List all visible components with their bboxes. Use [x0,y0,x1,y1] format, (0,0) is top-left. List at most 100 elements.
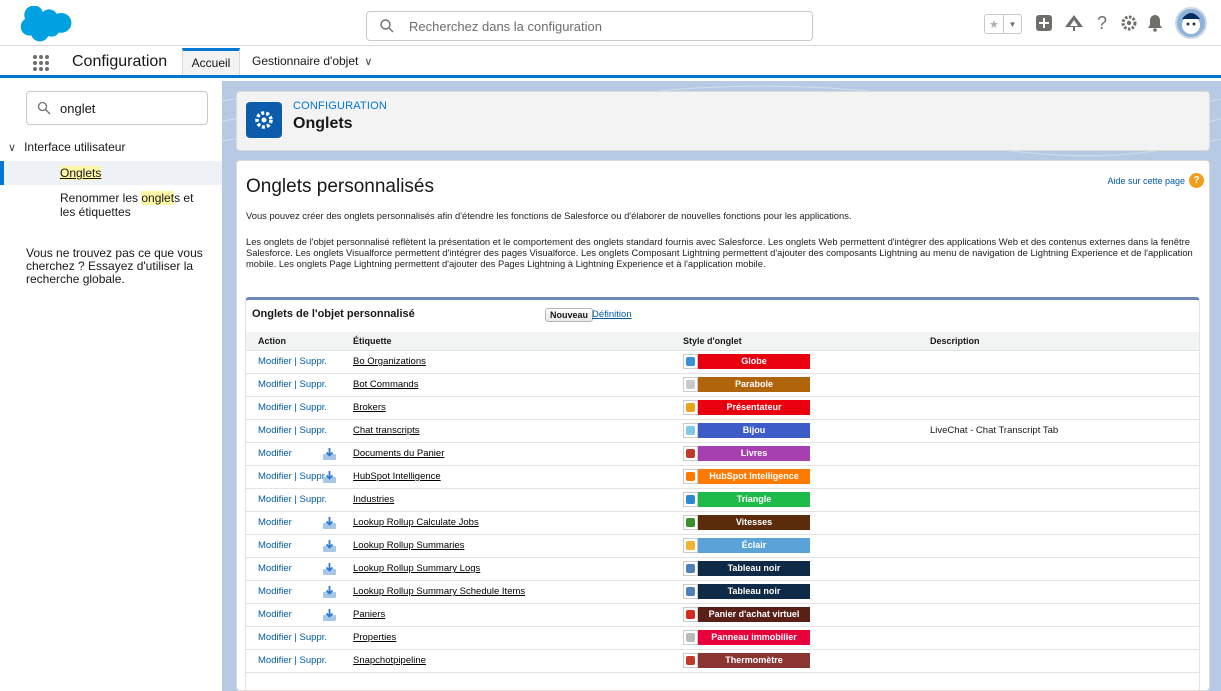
tab-label-link[interactable]: Lookup Rollup Summaries [353,540,464,551]
table-row: Modifier | Suppr. Chat transcripts Bijou Li… [246,419,1199,443]
modify-link[interactable]: Modifier [258,425,292,436]
tab-style-icon [683,469,698,484]
column-header-label: Étiquette [341,332,671,351]
style-cell: Tableau noir [671,557,918,581]
new-button[interactable]: Nouveau [545,308,594,322]
avatar[interactable] [1175,7,1207,39]
tab-object-manager-label: Gestionnaire d'objet [252,54,359,68]
tab-label-link[interactable]: Lookup Rollup Summary Logs [353,563,480,574]
tab-label-link[interactable]: Chat transcripts [353,425,420,436]
chevron-down-icon[interactable]: ∨ [8,141,16,154]
quick-find-value: onglet [60,101,96,116]
tab-label-link[interactable]: Snapchotpipeline [353,655,426,666]
tab-style-icon [683,515,698,530]
sidebar-group-ui[interactable]: ∨ Interface utilisateur [8,140,125,154]
modify-link[interactable]: Modifier [258,609,292,620]
delete-link[interactable]: Suppr. [300,379,327,390]
tab-label-link[interactable]: Brokers [353,402,386,413]
table-row: Modifier Paniers Panier d'achat virtuel [246,603,1199,627]
description-cell [918,350,1199,374]
tab-style-label: Livres [698,446,810,461]
tab-style-label: Tableau noir [698,561,810,576]
action-cell: Modifier | Suppr. [246,419,341,443]
installed-package-icon [323,608,336,621]
tabs-table: Action Étiquette Style d'onglet Descript… [246,332,1199,673]
salesforce-logo[interactable] [18,6,76,44]
chevron-down-icon[interactable]: ∨ [364,55,372,68]
tab-label-link[interactable]: Documents du Panier [353,448,444,459]
tab-style-icon [683,561,698,576]
details-paragraph: Les onglets de l'objet personnalisé refl… [246,236,1193,269]
sidebar-help-text: Vous ne trouvez pas ce que vous cherchez… [26,246,203,286]
tab-style-chip: HubSpot Intelligence [683,469,918,484]
tab-style-chip: Présentateur [683,400,918,415]
favorites-dropdown-icon[interactable]: ▼ [1002,15,1021,33]
favorites-group[interactable]: ★ ▼ [984,14,1022,34]
help-link[interactable]: Aide sur cette page [1107,176,1185,186]
global-search[interactable]: Recherchez dans la configuration [366,11,813,41]
tab-home[interactable]: Accueil [182,48,240,75]
modify-link[interactable]: Modifier [258,563,292,574]
label-cell: Lookup Rollup Summaries [323,534,671,558]
content-card: Onglets personnalisés Aide sur cette pag… [236,160,1210,691]
description-cell [918,442,1199,466]
tab-label-link[interactable]: Bo Organizations [353,356,426,367]
tab-style-chip: Panier d'achat virtuel [683,607,918,622]
delete-link[interactable]: Suppr. [300,632,327,643]
favorites-star-icon[interactable]: ★ [985,15,1003,33]
app-launcher-icon[interactable] [33,55,49,71]
tab-style-chip: Tableau noir [683,561,918,576]
list-title: Onglets de l'objet personnalisé [252,308,415,320]
modify-link[interactable]: Modifier [258,655,292,666]
tab-object-manager[interactable]: Gestionnaire d'objet ∨ [252,54,372,68]
delete-link[interactable]: Suppr. [300,425,327,436]
notifications-bell-icon[interactable] [1144,12,1166,34]
modify-link[interactable]: Modifier [258,379,292,390]
sidebar-item-rename-tabs[interactable]: Renommer les onglets et les étiquettes [60,191,210,219]
modify-link[interactable]: Modifier [258,448,292,459]
table-row: Modifier | Suppr. Properties Panneau immob… [246,626,1199,650]
tab-label-link[interactable]: Paniers [353,609,385,620]
sidebar-group-label: Interface utilisateur [24,140,126,154]
sidebar-item-tabs[interactable]: Onglets [0,161,222,185]
quick-find-input[interactable]: onglet [26,91,208,125]
tab-label-link[interactable]: HubSpot Intelligence [353,471,441,482]
style-cell: Panier d'achat virtuel [671,603,918,627]
style-cell: Parabole [671,373,918,397]
installed-package-icon [323,562,336,575]
tab-label-link[interactable]: Lookup Rollup Calculate Jobs [353,517,479,528]
description-cell [918,511,1199,535]
label-cell: Lookup Rollup Calculate Jobs [323,511,671,535]
modify-link[interactable]: Modifier [258,586,292,597]
modify-link[interactable]: Modifier [258,471,292,482]
delete-link[interactable]: Suppr. [300,655,327,666]
tab-label-link[interactable]: Bot Commands [353,379,418,390]
trailhead-icon[interactable] [1063,12,1085,34]
add-icon[interactable] [1033,12,1055,34]
modify-link[interactable]: Modifier [258,517,292,528]
installed-package-icon [323,539,336,552]
search-placeholder: Recherchez dans la configuration [409,19,602,34]
modify-link[interactable]: Modifier [258,494,292,505]
sidebar-item-tabs-label[interactable]: Onglets [60,166,102,180]
delete-link[interactable]: Suppr. [300,494,327,505]
modify-link[interactable]: Modifier [258,402,292,413]
modify-link[interactable]: Modifier [258,632,292,643]
help-icon[interactable]: ? [1189,173,1204,188]
help-icon[interactable]: ? [1091,12,1113,34]
tab-style-label: Panneau immobilier [698,630,810,645]
context-bar: Configuration Accueil Gestionnaire d'obj… [0,46,1221,78]
tab-style-label: Tableau noir [698,584,810,599]
tab-style-label: Présentateur [698,400,810,415]
tab-label-link[interactable]: Properties [353,632,396,643]
setup-gear-icon[interactable] [1118,12,1140,34]
modify-link[interactable]: Modifier [258,540,292,551]
delete-link[interactable]: Suppr. [300,402,327,413]
tab-label-link[interactable]: Lookup Rollup Summary Schedule Items [353,586,525,597]
definition-link[interactable]: Définition [592,309,632,320]
style-cell: Tableau noir [671,580,918,604]
tab-label-link[interactable]: Industries [353,494,394,505]
modify-link[interactable]: Modifier [258,356,292,367]
description-cell [918,580,1199,604]
delete-link[interactable]: Suppr. [300,356,327,367]
